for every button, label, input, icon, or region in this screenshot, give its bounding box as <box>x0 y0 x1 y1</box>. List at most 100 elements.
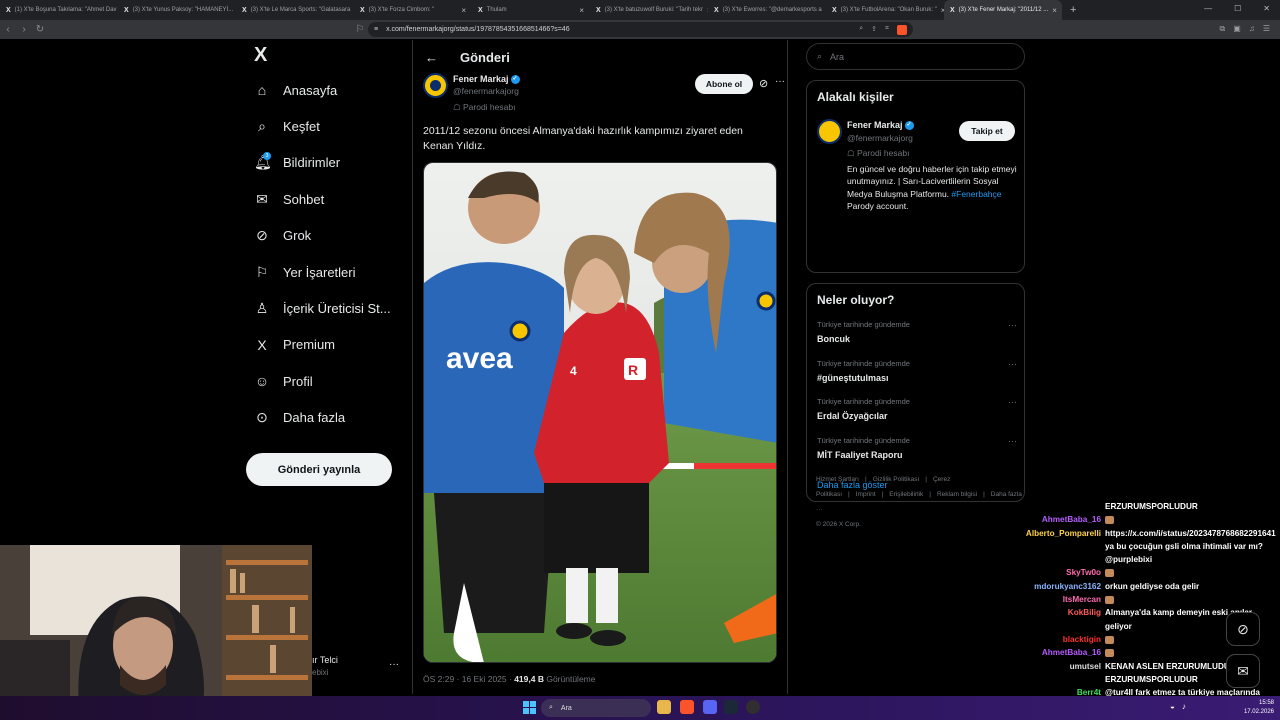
browser-tab[interactable]: X(3) X'te Eworres: "@demarkesports a× <box>708 0 826 20</box>
close-window-icon[interactable]: ✕ <box>1263 4 1270 13</box>
related-handle[interactable]: @fenermarkajorg <box>847 133 913 143</box>
related-name-row[interactable]: Fener Markaj ✓ <box>847 120 914 131</box>
close-tab-icon[interactable]: × <box>1052 6 1057 15</box>
related-avatar[interactable] <box>817 119 842 144</box>
discord-icon[interactable] <box>703 700 717 714</box>
trend-item[interactable]: Türkiye tarihinde gündemde Erdal Özyağcıl… <box>817 397 1017 421</box>
reload-icon[interactable]: ↻ <box>32 24 48 35</box>
post-button[interactable]: Gönderi yayınla <box>246 453 392 486</box>
browser-tab[interactable]: X (3) X'te Forza Cimbom: " × <box>354 0 472 20</box>
chat-username[interactable]: ItsMercan <box>1000 593 1105 606</box>
nav-item-4[interactable]: ✉ Sohbet <box>250 181 400 217</box>
chat-username[interactable]: mdorukyanc3162 <box>1000 580 1105 593</box>
search-input[interactable]: ⌕ Ara <box>806 43 1025 70</box>
footer-link[interactable]: Gizlilik Politikası <box>873 476 920 483</box>
footer-link[interactable]: Hizmet Şartları <box>816 476 859 483</box>
menu-icon[interactable]: ☰ <box>1263 24 1270 34</box>
volume-icon[interactable]: ♪ <box>1182 702 1186 711</box>
author-name-row[interactable]: Fener Markaj ✓ <box>453 74 520 85</box>
browser-tab[interactable]: X(1) X'te Boşuna Takılama: "Ahmet Dav× <box>0 0 118 20</box>
site-settings-icon[interactable]: ≡ <box>374 26 378 33</box>
brave-shields-icon[interactable] <box>897 24 907 35</box>
wallet-icon[interactable]: ▣ <box>1233 24 1241 34</box>
browser-tab[interactable]: X Thulam × <box>472 0 590 20</box>
minimize-icon[interactable]: — <box>1204 4 1212 13</box>
share-icon[interactable]: ⇪ <box>871 25 877 35</box>
author-handle[interactable]: @fenermarkajorg <box>453 86 519 96</box>
grok-fab-icon[interactable]: ⊘ <box>1226 612 1260 646</box>
trend-more-icon[interactable]: ··· <box>1008 359 1017 369</box>
bookmark-icon: ⚐ <box>255 263 269 280</box>
nav-item-3[interactable]: 🔔︎ 3 Bildirimler <box>250 145 400 181</box>
bio-hashtag-link[interactable]: #Fenerbahçe <box>951 189 1001 199</box>
trend-item[interactable]: Türkiye tarihinde gündemde MİT Faaliyet R… <box>817 436 1017 460</box>
post-timestamp[interactable]: ÖS 2:29 · 16 Eki 2025 · <box>423 674 514 684</box>
clock-time: 15:58 <box>1258 700 1274 706</box>
trend-item[interactable]: Türkiye tarihinde gündemde Boncuk ··· <box>817 320 1017 344</box>
back-icon[interactable]: ← <box>425 50 438 65</box>
trend-more-icon[interactable]: ··· <box>1008 436 1017 446</box>
footer-link[interactable]: Imprint <box>856 491 876 498</box>
new-tab-icon[interactable]: + <box>1062 4 1076 16</box>
trend-item[interactable]: Türkiye tarihinde gündemde #güneştutulmas… <box>817 359 1017 383</box>
subscribe-button[interactable]: Abone ol <box>695 74 753 94</box>
messages-fab-icon[interactable]: ✉ <box>1226 654 1260 688</box>
post-author: Fener Markaj ✓ @fenermarkajorg ☖ Parodi h… <box>423 73 785 115</box>
page-title: Gönderi <box>460 49 510 65</box>
back-arrow-icon[interactable]: ‹ <box>0 24 16 35</box>
close-tab-icon[interactable]: × <box>579 6 584 15</box>
trend-more-icon[interactable]: ··· <box>1008 320 1017 330</box>
browser-tab[interactable]: X(3) X'te Yunus Paksoy: "HAMANEYİ...× <box>118 0 236 20</box>
nav-item-5[interactable]: ⊘ Grok <box>250 218 400 254</box>
nav-item-6[interactable]: ⚐ Yer İşaretleri <box>250 254 400 290</box>
chat-username[interactable]: umutsel <box>1000 660 1105 687</box>
column-divider <box>412 40 413 694</box>
screenshot-icon[interactable]: ⌗ <box>885 25 889 35</box>
clock[interactable]: 15:58 17.02.2026 <box>1244 699 1274 717</box>
url-field[interactable]: ≡ x.com/fenermarkajorg/status/1978785435… <box>368 22 913 37</box>
chat-username[interactable]: AhmetBaba_16 <box>1000 646 1105 659</box>
media-icon[interactable]: ♫ <box>1249 24 1255 34</box>
browser-tab[interactable]: X(3) X'te Le Marca Sports: "Galatasara× <box>236 0 354 20</box>
nav-item-2[interactable]: ⌕ Keşfet <box>250 108 400 144</box>
bookmark-page-icon[interactable]: ⚐ <box>352 24 368 35</box>
nav-item-1[interactable]: ⌂ Anasayfa <box>250 72 400 108</box>
chat-username[interactable] <box>1000 500 1105 513</box>
chat-username[interactable]: SkyTw0o <box>1000 566 1105 579</box>
chat-username[interactable]: KokBilig <box>1000 606 1105 633</box>
nav-item-8[interactable]: X Premium <box>250 327 400 363</box>
browser-tab[interactable]: X (3) X'te Fener Markaj: "2011/12 ... × <box>944 0 1062 20</box>
chat-username[interactable]: blacktigin <box>1000 633 1105 646</box>
close-tab-icon[interactable]: × <box>461 6 466 15</box>
grok-icon[interactable]: ⊘ <box>759 77 768 90</box>
post-photo[interactable]: avea R 4 <box>423 162 777 663</box>
footer-link[interactable]: Reklam bilgisi <box>937 491 977 498</box>
account-switcher[interactable]: ır Telci ebixi <box>312 655 338 677</box>
file-explorer-icon[interactable] <box>657 700 671 714</box>
maximize-icon[interactable]: ☐ <box>1234 4 1241 13</box>
x-logo[interactable]: X <box>254 44 400 72</box>
follow-button[interactable]: Takip et <box>959 121 1015 141</box>
chat-username[interactable]: Alberto_Pomparelli <box>1000 527 1105 567</box>
brave-browser-icon[interactable] <box>680 700 694 714</box>
zoom-icon[interactable]: ⌕ <box>859 25 863 35</box>
nav-item-7[interactable]: ♙ İçerik Üreticisi St... <box>250 290 400 326</box>
network-icon[interactable]: ◒ <box>1170 702 1175 711</box>
browser-tab[interactable]: X (3) X'te batuzuwolf Buruki: "Tarih tekr… <box>590 0 708 20</box>
taskbar-search[interactable]: ⌕ Ara <box>541 699 651 717</box>
obs-icon[interactable] <box>746 700 760 714</box>
x-favicon-icon: X <box>242 6 247 14</box>
extensions-icon[interactable]: ⧉ <box>1220 24 1226 34</box>
nav-item-10[interactable]: ⊙ Daha fazla <box>250 400 400 436</box>
account-more-icon[interactable]: ··· <box>389 659 399 670</box>
footer-link[interactable]: Erişilebilirlik <box>889 491 923 498</box>
author-avatar[interactable] <box>423 73 448 98</box>
windows-start-icon[interactable] <box>523 701 536 714</box>
nav-item-9[interactable]: ☺ Profil <box>250 363 400 399</box>
more-options-icon[interactable]: ··· <box>775 76 785 87</box>
browser-tab[interactable]: X (3) X'te FutbolArena: "Okan Buruk: " × <box>826 0 944 20</box>
steam-icon[interactable] <box>724 700 738 714</box>
forward-arrow-icon[interactable]: › <box>16 24 32 35</box>
chat-username[interactable]: AhmetBaba_16 <box>1000 513 1105 526</box>
trend-more-icon[interactable]: ··· <box>1008 397 1017 407</box>
